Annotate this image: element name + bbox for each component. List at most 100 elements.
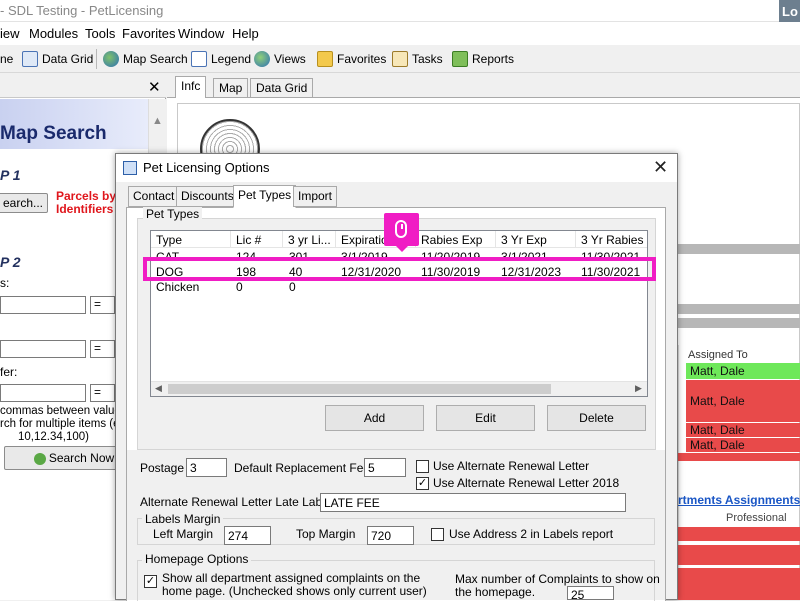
views-button[interactable]: Views [254, 50, 306, 68]
data-grid-button[interactable]: Data Grid [22, 50, 93, 68]
column-header-type[interactable]: Type [151, 231, 231, 248]
search-field-1[interactable] [0, 296, 86, 314]
toolbar-separator [96, 49, 97, 69]
close-icon[interactable]: ✕ [653, 157, 668, 178]
default-replacement-fee-input[interactable]: 5 [364, 458, 406, 477]
departments-assignments-link[interactable]: rtments Assignments [678, 493, 800, 507]
hint-line-2: rch for multiple items (ex [0, 418, 126, 430]
list-horizontal-scrollbar[interactable]: ◀ ▶ [151, 381, 647, 396]
favorites-button[interactable]: Favorites [317, 50, 386, 68]
menu-modules[interactable]: Modules [29, 26, 78, 41]
grey-bar-1 [678, 244, 800, 254]
scrollbar-thumb[interactable] [168, 384, 551, 394]
column-header-3yr-lic[interactable]: 3 yr Li... [283, 231, 336, 248]
reports-label: Reports [472, 52, 515, 66]
tab-info[interactable]: Infc [175, 76, 207, 98]
reports-button[interactable]: Reports [452, 50, 514, 68]
use-address2-checkbox[interactable] [431, 528, 444, 541]
close-panel-icon[interactable]: ✕ [148, 78, 161, 96]
postage-input[interactable]: 3 [186, 458, 227, 477]
red-strip [678, 545, 800, 565]
add-button[interactable]: Add [325, 405, 424, 431]
cell-type: Chicken [156, 280, 200, 294]
edit-button[interactable]: Edit [436, 405, 535, 431]
field-label-2: fer: [0, 365, 18, 379]
menu-favorites[interactable]: Favorites [122, 26, 175, 41]
map-search-button[interactable]: Map Search [103, 50, 188, 68]
step2-label: P 2 [0, 254, 21, 270]
search-field-3[interactable] [0, 384, 86, 402]
operator-select-2[interactable]: = [90, 340, 115, 358]
late-label-input[interactable]: LATE FEE [320, 493, 626, 512]
assigned-row[interactable]: Matt, Dale [686, 423, 800, 437]
red-strip [678, 568, 800, 600]
map-search-label: Map Search [123, 52, 188, 66]
top-margin-label: Top Margin [296, 527, 356, 541]
dialog-title-bar: Pet Licensing Options ✕ [116, 154, 677, 182]
tab-discounts[interactable]: Discounts [176, 186, 239, 207]
assigned-row[interactable]: Matt, Dale [686, 380, 800, 422]
assigned-row[interactable]: Matt, Dale [686, 438, 800, 452]
grid-icon [22, 51, 38, 67]
use-alternate-renewal-label: Use Alternate Renewal Letter [433, 459, 590, 473]
operator-select-3[interactable]: = [90, 384, 115, 402]
max-complaints-line1: Max number of Complaints to show on [455, 572, 660, 586]
menu-tools[interactable]: Tools [85, 26, 115, 41]
operator-select-1[interactable]: = [90, 296, 115, 314]
menu-view[interactable]: iew [0, 26, 20, 41]
show-all-complaints-checkbox[interactable]: ✓ [144, 575, 157, 588]
use-alternate-renewal-2018-checkbox[interactable]: ✓ [416, 477, 429, 490]
views-label: Views [274, 52, 306, 66]
top-margin-input[interactable]: 720 [367, 526, 414, 545]
tasks-button[interactable]: Tasks [392, 50, 443, 68]
data-grid-label: Data Grid [42, 52, 94, 66]
dialog-title: Pet Licensing Options [143, 160, 270, 175]
globe-icon [103, 51, 119, 67]
toolbar: ne Data Grid Map Search Legend Views Fav… [0, 45, 800, 73]
tasks-label: Tasks [412, 52, 443, 66]
use-alternate-renewal-2018-label: Use Alternate Renewal Letter 2018 [433, 476, 620, 490]
search-button[interactable]: earch... [0, 193, 48, 213]
search-field-2[interactable] [0, 340, 86, 358]
column-header-lic[interactable]: Lic # [231, 231, 283, 248]
tab-map[interactable]: Map [213, 78, 249, 97]
tab-contact[interactable]: Contact [128, 186, 180, 207]
menu-window[interactable]: Window [178, 26, 224, 41]
views-icon [254, 51, 270, 67]
mouse-icon [395, 220, 407, 238]
scroll-right-icon[interactable]: ▶ [635, 383, 642, 394]
column-header-3yr-rabies[interactable]: 3 Yr Rabies [576, 231, 647, 248]
field-label-1: s: [0, 276, 10, 290]
window-title-bar: - SDL Testing - PetLicensing Lo [0, 0, 800, 22]
tab-pet-types[interactable]: Pet Types [233, 185, 297, 208]
late-label-label: Alternate Renewal Letter Late Label [140, 495, 332, 509]
tab-data-grid[interactable]: Data Grid [250, 78, 314, 97]
window-title: - SDL Testing - PetLicensing [0, 3, 164, 18]
show-all-complaints-line1: Show all department assigned complaints … [162, 571, 421, 585]
toolbar-home-button[interactable]: ne [0, 50, 13, 68]
cell-lic: 0 [236, 280, 243, 294]
pet-types-list[interactable]: Type Lic # 3 yr Li... Expiratio Rabies E… [150, 230, 648, 397]
login-button[interactable]: Lo [779, 0, 800, 22]
step1-label: P 1 [0, 167, 21, 183]
left-margin-input[interactable]: 274 [224, 526, 271, 545]
max-complaints-input[interactable]: 25 [567, 586, 614, 600]
scroll-left-icon[interactable]: ◀ [155, 383, 162, 394]
selected-row-highlight [143, 257, 656, 281]
legend-button[interactable]: Legend [191, 50, 251, 68]
tab-import[interactable]: Import [293, 186, 338, 207]
search-now-icon [33, 452, 46, 465]
column-header-3yr-exp[interactable]: 3 Yr Exp [496, 231, 576, 248]
cell-3yr-lic: 0 [289, 280, 296, 294]
list-row[interactable]: Chicken 0 0 [151, 279, 647, 294]
use-alternate-renewal-checkbox[interactable] [416, 460, 429, 473]
assigned-row[interactable]: Matt, Dale [686, 363, 800, 379]
labels-margin-group-label: Labels Margin [142, 512, 224, 526]
delete-button[interactable]: Delete [547, 405, 646, 431]
left-margin-label: Left Margin [153, 527, 214, 541]
grey-bar-2 [678, 304, 800, 314]
column-header-rabies-exp[interactable]: Rabies Exp [416, 231, 496, 248]
scroll-up-icon[interactable]: ▲ [152, 115, 163, 127]
menu-help[interactable]: Help [232, 26, 259, 41]
grey-bar-3 [678, 318, 800, 328]
